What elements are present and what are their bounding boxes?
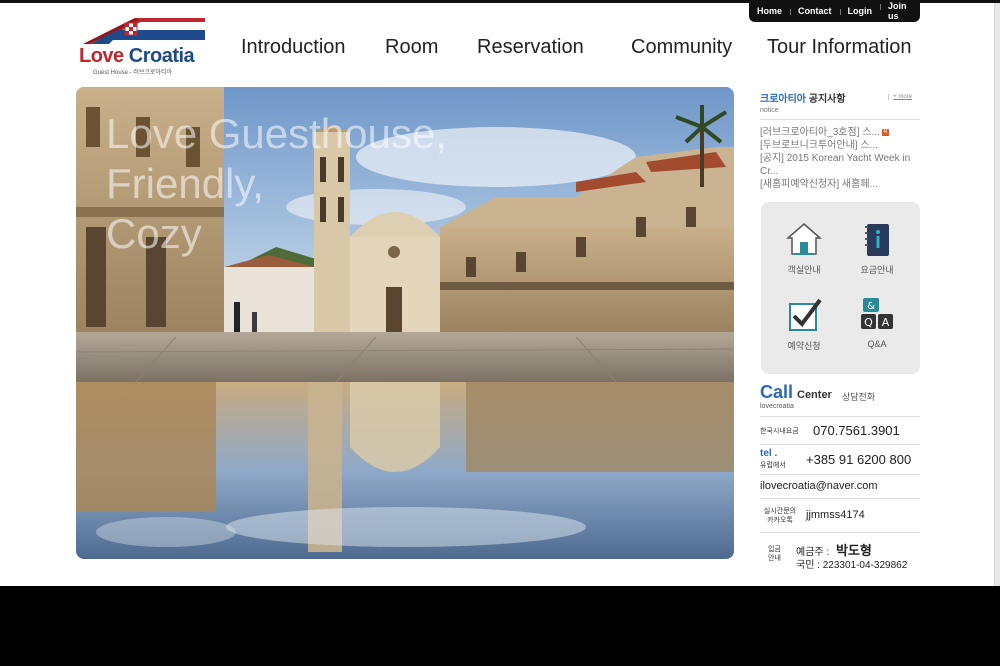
account-number: 국민 : 223301-04-329862: [796, 560, 908, 571]
site-logo[interactable]: Love Croatia Guest House - 러브크로아티아: [79, 16, 211, 76]
home-link[interactable]: Home: [749, 6, 790, 16]
join-us-link[interactable]: Join us: [880, 1, 920, 21]
hero-image: Love Guesthouse, Friendly, Cozy: [76, 87, 734, 559]
notice-item[interactable]: [공지] 2015 Korean Yacht Week in Cr...: [760, 152, 920, 178]
europe-phone-row: tel . 유럽에서 +385 91 6200 800: [760, 444, 920, 474]
svg-text:&: &: [867, 301, 875, 312]
logo-subtitle: Guest House - 러브크로아티아: [93, 70, 172, 76]
svg-text:Q: Q: [864, 316, 873, 329]
notice-subtitle: notice: [760, 107, 779, 114]
notice-item[interactable]: [새홈피예약신청자] 새홈페...: [760, 178, 920, 191]
quick-label: 객실안내: [787, 265, 821, 275]
domestic-number: 070.7561.3901: [813, 423, 900, 438]
call-center: Call Center 상담전화 lovecroatia 한국시내요금 070.…: [760, 382, 920, 571]
quick-reservation[interactable]: 예약신청: [774, 296, 834, 352]
logo-croatia: Croatia: [128, 45, 195, 67]
hvar-square-photo: [76, 87, 734, 559]
scrollbar[interactable]: [994, 3, 1000, 586]
utility-nav: Home Contact Login Join us: [749, 0, 920, 22]
letterbox-bottom: [0, 586, 1000, 666]
quick-menu: 객실안내 요금안내 예약신청 & Q A Q&A: [761, 202, 920, 374]
qa-icon: & Q A: [861, 298, 893, 329]
divider: [760, 119, 920, 120]
notice-more-link[interactable]: + more: [888, 94, 912, 100]
europe-label: 유럽에서: [760, 462, 786, 469]
tel-label: tel .: [760, 448, 778, 459]
house-icon: [786, 223, 822, 255]
login-link[interactable]: Login: [839, 6, 881, 16]
quick-label: 요금안내: [860, 265, 894, 275]
nav-tour-information[interactable]: Tour Information: [767, 36, 912, 59]
domestic-label: 한국시내요금: [760, 428, 799, 435]
logo-wordmark: Love Croatia: [79, 45, 195, 68]
notice-board: 크로아티아 공지사항 notice + more [러브크로아티아_3호점] 스…: [760, 90, 920, 190]
kakao-id: jjmmss4174: [806, 509, 865, 521]
domestic-phone-row: 한국시내요금 070.7561.3901: [760, 416, 920, 444]
call-center-sub: lovecroatia: [760, 403, 794, 410]
checkmark-icon: [789, 298, 822, 331]
quick-rate-info[interactable]: 요금안내: [847, 220, 907, 276]
notice-item-text[interactable]: [러브크로아티아_3호점] 스...: [760, 127, 880, 138]
nav-room[interactable]: Room: [385, 36, 438, 59]
call-title: Call: [760, 382, 794, 402]
quick-label: Q&A: [867, 339, 887, 349]
europe-number: +385 91 6200 800: [806, 452, 912, 467]
page: Home Contact Login Join us Love Croatia …: [0, 0, 1000, 586]
quick-qa[interactable]: & Q A Q&A: [847, 296, 907, 349]
nav-introduction[interactable]: Introduction: [241, 36, 346, 59]
notice-item[interactable]: [두브로브니크투어안내] 스...: [760, 139, 920, 152]
roof-flag-icon: [83, 18, 205, 44]
bank-row: 입금 안내 예금주 : 박도형 국민 : 223301-04-329862: [760, 532, 920, 571]
notice-list: [러브크로아티아_3호점] 스... N [두브로브니크투어안내] 스... [공…: [760, 126, 920, 191]
quick-label: 예약신청: [787, 341, 821, 351]
notice-item[interactable]: [러브크로아티아_3호점] 스... N: [760, 126, 920, 139]
kakao-row: 실시간문의 카카오톡 jjmmss4174: [760, 498, 920, 532]
logo-love: Love: [79, 45, 124, 67]
new-badge-icon: N: [881, 128, 889, 136]
call-center-korean: 상담전화: [842, 392, 876, 402]
notice-title-text: 공지사항: [806, 94, 846, 105]
email-address[interactable]: ilovecroatia@naver.com: [760, 480, 878, 492]
info-book-icon: [865, 224, 889, 256]
svg-text:A: A: [882, 316, 890, 329]
quick-room-info[interactable]: 객실안내: [774, 220, 834, 276]
kakao-label: 실시간문의 카카오톡: [763, 508, 797, 524]
nav-reservation[interactable]: Reservation: [477, 36, 584, 59]
email-row: ilovecroatia@naver.com: [760, 474, 920, 498]
call-center-text: Center: [797, 389, 832, 401]
call-center-header: Call Center 상담전화 lovecroatia: [760, 382, 920, 414]
bank-label: 입금 안내: [768, 546, 781, 562]
contact-link[interactable]: Contact: [790, 6, 840, 16]
notice-title-highlight: 크로아티아: [760, 94, 806, 105]
nav-community[interactable]: Community: [631, 36, 732, 59]
